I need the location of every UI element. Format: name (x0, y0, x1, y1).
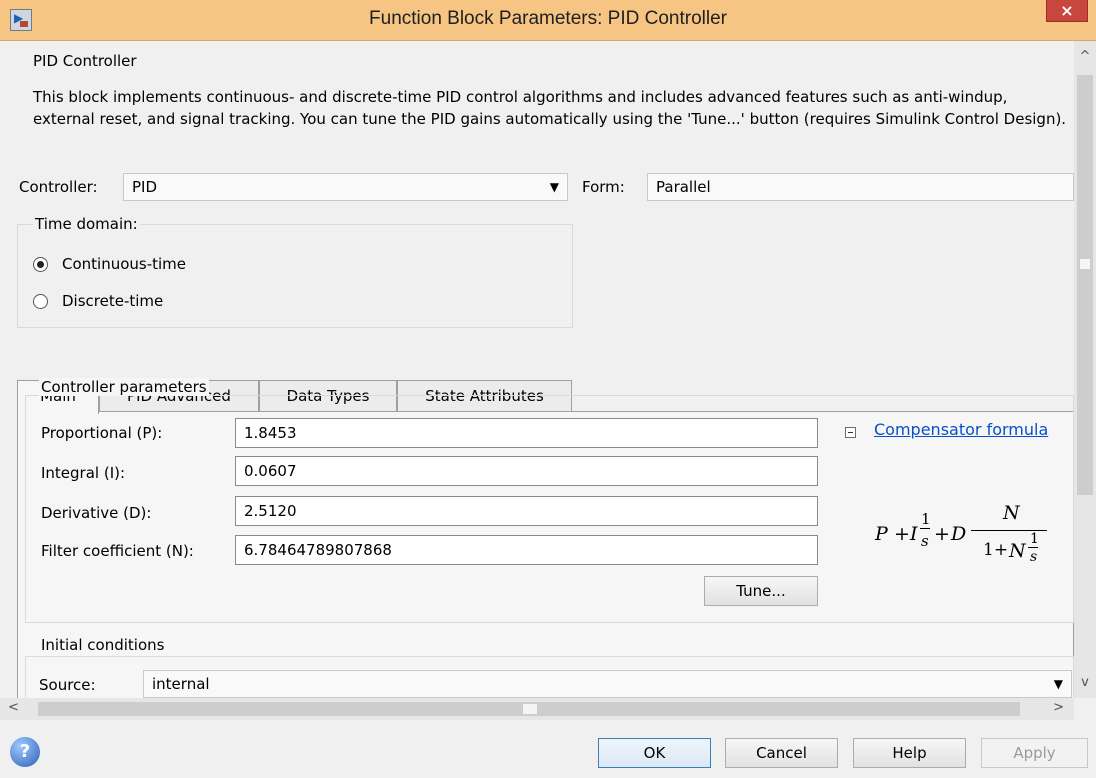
derivative-field[interactable]: 2.5120 (235, 496, 818, 526)
source-value: internal (152, 675, 210, 693)
block-description: This block implements continuous- and di… (33, 88, 1067, 128)
formula-den-frac-den: s (1030, 549, 1038, 565)
title-bar: ▶ Function Block Parameters: PID Control… (0, 0, 1096, 41)
tune-button[interactable]: Tune... (704, 576, 818, 606)
apply-button[interactable]: Apply (981, 738, 1088, 768)
scroll-down-icon[interactable]: v (1074, 675, 1096, 690)
formula-i-den: s (921, 532, 929, 550)
integral-field[interactable]: 0.0607 (235, 456, 818, 486)
formula-den-frac-num: 1 (1030, 531, 1039, 547)
collapse-minus-icon[interactable] (845, 427, 856, 438)
time-domain-title: Time domain: (33, 215, 140, 233)
filter-coefficient-field[interactable]: 6.78464789807868 (235, 535, 818, 565)
horizontal-scrollbar[interactable]: < > (0, 698, 1074, 720)
compensator-formula-link[interactable]: Compensator formula (874, 420, 1048, 439)
integral-label: Integral (I): (41, 464, 126, 482)
window-title: Function Block Parameters: PID Controlle… (369, 8, 727, 29)
discrete-time-radio[interactable] (33, 294, 48, 309)
formula-d: D (951, 523, 967, 545)
proportional-value: 1.8453 (244, 424, 297, 442)
scroll-left-icon[interactable]: < (8, 700, 19, 715)
help-icon[interactable]: ? (10, 737, 40, 767)
vertical-scroll-grip (1080, 259, 1090, 269)
filter-coefficient-value: 6.78464789807868 (244, 541, 392, 559)
form-value: Parallel (656, 178, 711, 196)
cancel-button[interactable]: Cancel (725, 738, 838, 768)
formula-plus: + (894, 523, 910, 545)
formula-i: I (910, 523, 918, 545)
form-dropdown[interactable]: Parallel (647, 173, 1074, 201)
controller-label: Controller: (19, 178, 98, 196)
formula-i-num: 1 (921, 510, 931, 528)
vertical-scrollbar[interactable]: ^ v (1074, 41, 1096, 698)
formula-plus: + (934, 523, 950, 545)
formula-i-bar (920, 528, 930, 529)
chevron-down-icon: ▼ (1053, 677, 1063, 691)
controller-value: PID (132, 178, 158, 196)
help-button[interactable]: Help (853, 738, 966, 768)
source-label: Source: (39, 676, 96, 694)
compensator-formula: P + I 1 s + D N 1+ N 1 s (875, 500, 1065, 575)
controller-dropdown[interactable]: PID ▼ (123, 173, 568, 201)
vertical-scroll-thumb[interactable] (1077, 75, 1093, 495)
form-label: Form: (582, 178, 625, 196)
filter-coefficient-label: Filter coefficient (N): (41, 542, 194, 560)
derivative-label: Derivative (D): (41, 504, 152, 522)
formula-p: P (875, 523, 888, 545)
parameters-pane: PID Controller This block implements con… (0, 41, 1074, 698)
discrete-time-label[interactable]: Discrete-time (62, 292, 163, 310)
block-name-heading: PID Controller (33, 52, 137, 70)
formula-den-frac-bar (1028, 547, 1038, 548)
formula-den-n: N (1009, 540, 1026, 562)
ok-button[interactable]: OK (598, 738, 711, 768)
proportional-field[interactable]: 1.8453 (235, 418, 818, 448)
scroll-right-icon[interactable]: > (1053, 700, 1064, 715)
controller-parameters-title: Controller parameters (39, 378, 209, 396)
chevron-down-icon: ▼ (549, 180, 559, 194)
scroll-up-icon[interactable]: ^ (1074, 49, 1096, 64)
time-domain-group (17, 224, 573, 328)
horizontal-scroll-grip (523, 704, 537, 714)
formula-den-one: 1+ (983, 540, 1009, 560)
source-dropdown[interactable]: internal ▼ (143, 670, 1072, 698)
integral-value: 0.0607 (244, 462, 297, 480)
derivative-value: 2.5120 (244, 502, 297, 520)
proportional-label: Proportional (P): (41, 424, 163, 442)
continuous-time-label[interactable]: Continuous-time (62, 255, 186, 273)
initial-conditions-title: Initial conditions (39, 636, 167, 654)
formula-d-num: N (1003, 502, 1020, 524)
close-icon[interactable]: × (1046, 0, 1088, 22)
continuous-time-radio[interactable] (33, 257, 48, 272)
